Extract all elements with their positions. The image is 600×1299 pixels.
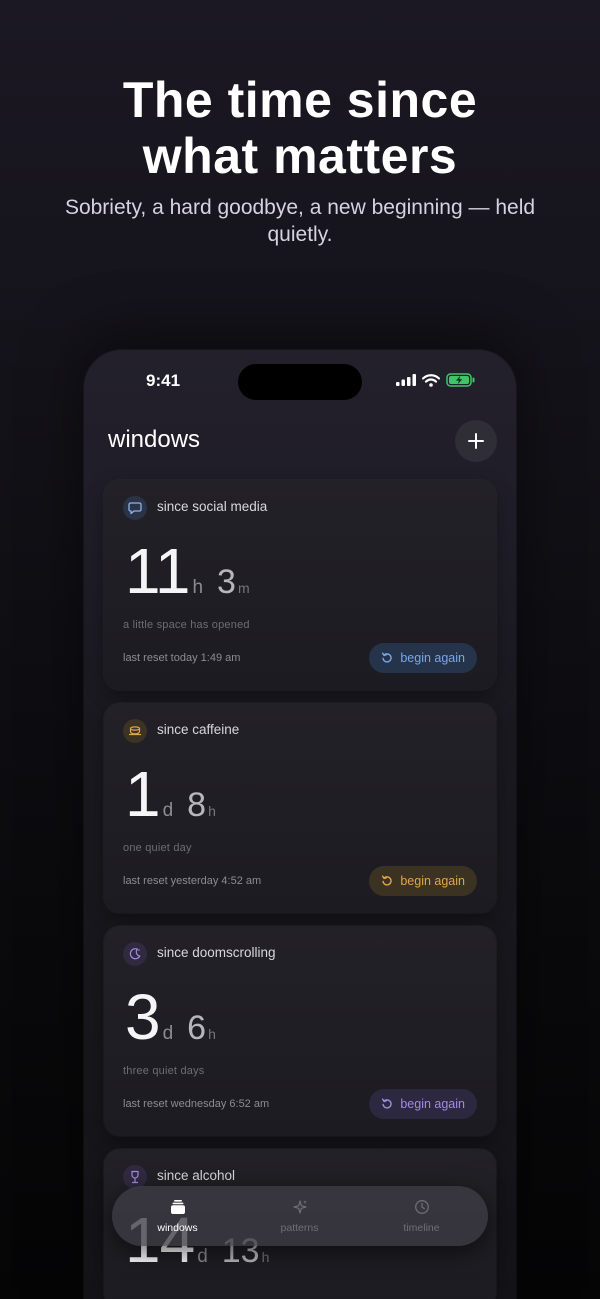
tab-label: windows bbox=[157, 1222, 198, 1234]
reset-icon bbox=[382, 875, 393, 886]
begin-again-label: begin again bbox=[400, 874, 465, 888]
tab-timeline[interactable]: timeline bbox=[359, 1186, 484, 1246]
begin-again-label: begin again bbox=[400, 651, 465, 665]
sparkle-icon bbox=[293, 1200, 307, 1214]
plus-icon bbox=[468, 433, 484, 449]
card-tagline: a little space has opened bbox=[123, 619, 250, 631]
counter-primary-value: 3 bbox=[125, 981, 161, 1053]
stack-icon bbox=[171, 1200, 185, 1214]
last-reset-text: last reset today 1:49 am bbox=[123, 652, 241, 664]
window-card-caffeine[interactable]: since caffeine 1d8h one quiet day last r… bbox=[104, 703, 496, 913]
elapsed-counter: 11 h 3 m bbox=[125, 536, 250, 606]
counter-primary-unit: d bbox=[162, 1023, 174, 1044]
counter-primary-unit: d bbox=[197, 1246, 208, 1267]
begin-again-button[interactable]: begin again bbox=[369, 866, 477, 896]
hero-subtitle: Sobriety, a hard goodbye, a new beginnin… bbox=[64, 196, 536, 246]
status-icons bbox=[396, 373, 476, 387]
counter-secondary-value: 6 bbox=[187, 1009, 207, 1047]
counter-secondary-value: 3 bbox=[217, 563, 236, 601]
tab-windows[interactable]: windows bbox=[115, 1186, 240, 1246]
window-card-doomscrolling[interactable]: since doomscrolling 3d6h three quiet day… bbox=[104, 926, 496, 1136]
battery-charging-icon bbox=[446, 373, 475, 387]
chat-bubble-icon bbox=[123, 496, 147, 520]
add-window-button[interactable] bbox=[455, 420, 497, 462]
coffee-cup-icon bbox=[123, 719, 147, 743]
last-reset-text: last reset wednesday 6:52 am bbox=[123, 1098, 270, 1110]
counter-primary-value: 1 bbox=[125, 758, 161, 830]
elapsed-counter: 1d8h bbox=[125, 759, 216, 829]
begin-again-label: begin again bbox=[400, 1097, 465, 1111]
phone-mockup: 9:41 windows since social media 11 h 3 m… bbox=[84, 350, 516, 1299]
counter-primary-unit: d bbox=[162, 800, 174, 821]
status-time: 9:41 bbox=[146, 371, 181, 390]
begin-again-button[interactable]: begin again bbox=[369, 643, 477, 673]
card-label: since caffeine bbox=[157, 722, 240, 737]
counter-secondary-value: 8 bbox=[187, 786, 207, 824]
counter-primary-unit: h bbox=[192, 577, 204, 598]
tab-bar: windows patterns timeline bbox=[112, 1186, 488, 1246]
reset-icon bbox=[382, 1098, 393, 1109]
begin-again-button[interactable]: begin again bbox=[369, 1089, 477, 1119]
hero-title: The time since what matters bbox=[0, 72, 600, 184]
reset-icon bbox=[382, 652, 393, 663]
counter-secondary-unit: h bbox=[208, 803, 216, 819]
window-card-social-media[interactable]: since social media 11 h 3 m a little space … bbox=[104, 480, 496, 690]
wifi-icon bbox=[422, 373, 440, 387]
last-reset-text: last reset yesterday 4:52 am bbox=[123, 875, 262, 887]
moon-icon bbox=[123, 942, 147, 966]
card-label: since doomscrolling bbox=[157, 945, 276, 960]
elapsed-counter: 3d6h bbox=[125, 982, 216, 1052]
clock-icon bbox=[415, 1200, 429, 1214]
hero-title-line2: what matters bbox=[142, 128, 458, 184]
cellular-signal-icon bbox=[396, 374, 416, 386]
app-title: windows bbox=[108, 426, 201, 453]
counter-secondary-unit: m bbox=[237, 580, 250, 596]
card-tagline: one quiet day bbox=[123, 842, 192, 854]
card-label: since social media bbox=[157, 499, 268, 514]
tab-label: timeline bbox=[403, 1222, 440, 1234]
card-tagline: three quiet days bbox=[123, 1065, 205, 1077]
card-label: since alcohol bbox=[157, 1168, 236, 1183]
counter-secondary-unit: h bbox=[261, 1249, 270, 1265]
tab-label: patterns bbox=[280, 1222, 319, 1234]
hero-title-line1: The time since bbox=[122, 72, 478, 128]
counter-secondary-unit: h bbox=[208, 1026, 216, 1042]
dynamic-island bbox=[238, 364, 362, 400]
tab-patterns[interactable]: patterns bbox=[237, 1186, 362, 1246]
counter-primary-value: 11 bbox=[125, 535, 190, 607]
